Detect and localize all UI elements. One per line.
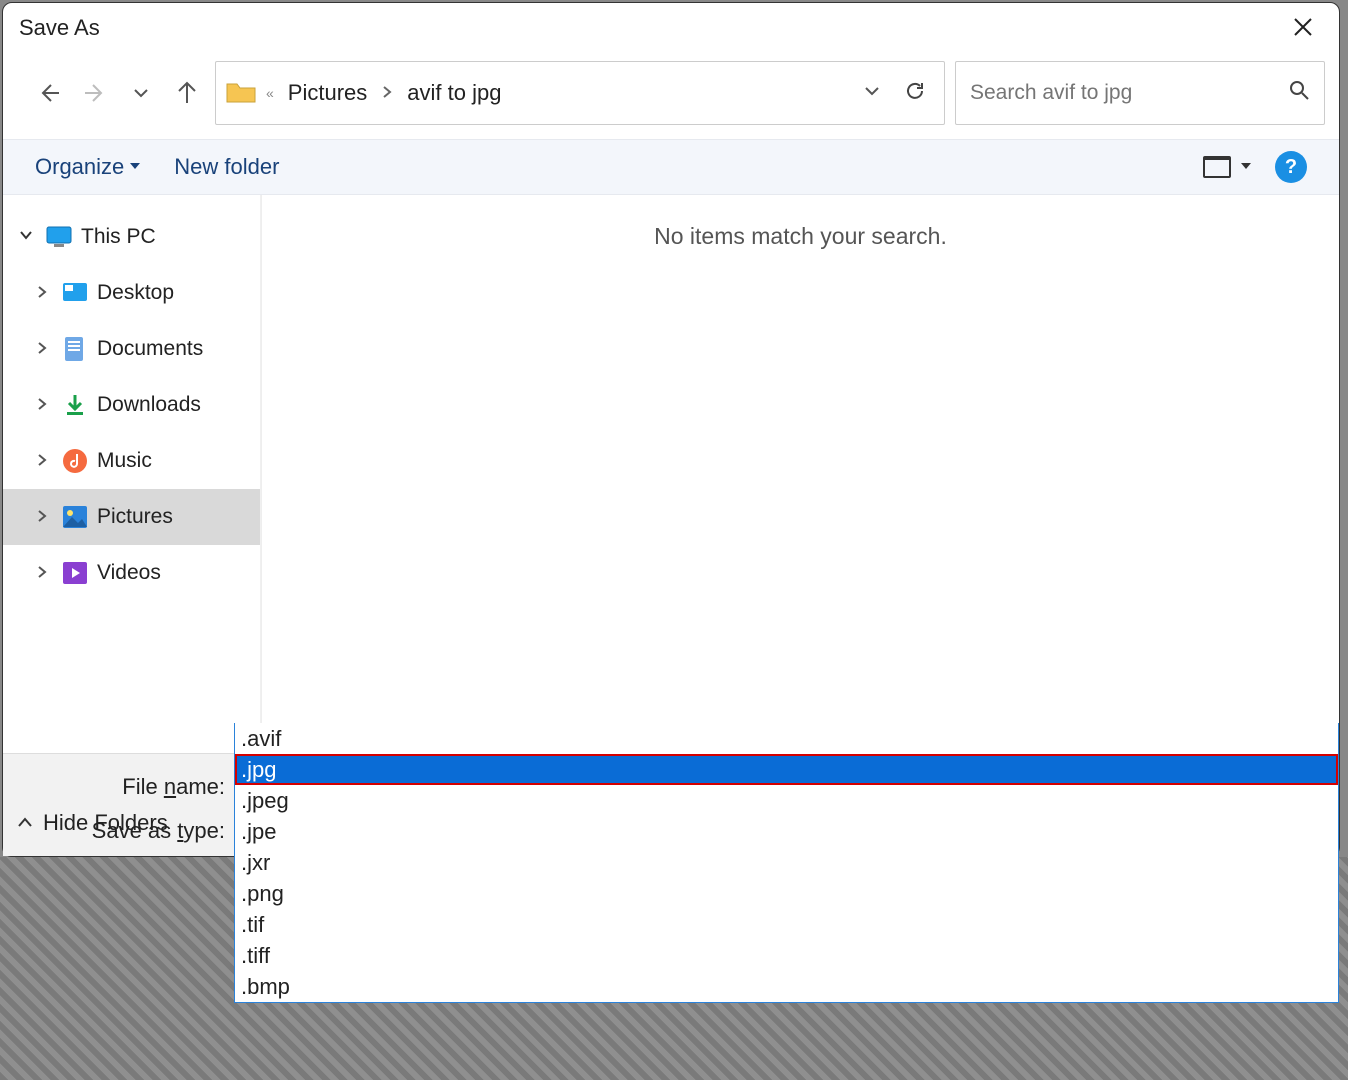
pictures-icon xyxy=(61,503,89,531)
refresh-icon xyxy=(904,80,926,102)
tree-item-desktop[interactable]: Desktop xyxy=(3,265,260,321)
savetype-option[interactable]: .jpe xyxy=(235,816,1338,847)
breadcrumb-parent[interactable]: Pictures xyxy=(284,78,371,108)
download-icon xyxy=(61,391,89,419)
address-bar[interactable]: « Pictures avif to jpg xyxy=(215,61,945,125)
caret-down-icon xyxy=(130,163,140,171)
empty-message: No items match your search. xyxy=(262,223,1339,250)
nav-row: « Pictures avif to jpg xyxy=(3,47,1339,139)
breadcrumb-ellipsis: « xyxy=(264,85,276,101)
savetype-option[interactable]: .bmp xyxy=(235,971,1338,1002)
savetype-option[interactable]: .tiff xyxy=(235,940,1338,971)
chevron-up-icon xyxy=(17,816,33,830)
back-button[interactable] xyxy=(31,75,67,111)
tree-label: Desktop xyxy=(97,281,174,305)
chevron-right-icon xyxy=(379,85,395,102)
help-button[interactable]: ? xyxy=(1275,151,1307,183)
chevron-right-icon[interactable] xyxy=(31,285,53,302)
tree-label: Pictures xyxy=(97,505,173,529)
up-button[interactable] xyxy=(169,75,205,111)
chevron-down-icon xyxy=(133,85,149,101)
folder-icon xyxy=(226,78,256,109)
monitor-icon xyxy=(45,223,73,251)
toolbar: Organize New folder ? xyxy=(3,139,1339,195)
savetype-option[interactable]: .png xyxy=(235,878,1338,909)
tree-label: Videos xyxy=(97,561,161,585)
tree-label: Music xyxy=(97,449,152,473)
save-as-dialog: Save As « Pictures avif to jpg xyxy=(2,2,1340,857)
desktop-icon xyxy=(61,279,89,307)
close-icon xyxy=(1293,17,1313,37)
address-history-button[interactable] xyxy=(856,83,888,104)
filename-label: File name: xyxy=(15,774,229,800)
savetype-option[interactable]: .avif xyxy=(235,723,1338,754)
tree-item-videos[interactable]: Videos xyxy=(3,545,260,601)
organize-button[interactable]: Organize xyxy=(35,154,140,180)
savetype-dropdown[interactable]: .avif.jpg.jpeg.jpe.jxr.png.tif.tiff.bmp xyxy=(234,723,1339,1003)
view-button[interactable] xyxy=(1203,156,1251,178)
caret-down-icon xyxy=(1241,163,1251,171)
savetype-option[interactable]: .jpg xyxy=(235,754,1338,785)
chevron-right-icon[interactable] xyxy=(31,453,53,470)
dialog-title: Save As xyxy=(19,15,100,41)
arrow-up-icon xyxy=(175,81,199,105)
videos-icon xyxy=(61,559,89,587)
chevron-right-icon[interactable] xyxy=(31,341,53,358)
tree-item-music[interactable]: Music xyxy=(3,433,260,489)
chevron-down-icon[interactable] xyxy=(15,228,37,246)
arrow-right-icon xyxy=(83,81,107,105)
new-folder-button[interactable]: New folder xyxy=(174,154,279,180)
forward-button[interactable] xyxy=(77,75,113,111)
help-icon: ? xyxy=(1285,156,1297,179)
tree-root-this-pc[interactable]: This PC xyxy=(3,209,260,265)
search-input[interactable] xyxy=(970,81,1278,105)
recent-locations-button[interactable] xyxy=(123,75,159,111)
music-icon xyxy=(61,447,89,475)
refresh-button[interactable] xyxy=(896,80,934,107)
tree-label: Documents xyxy=(97,337,203,361)
chevron-right-icon[interactable] xyxy=(31,565,53,582)
titlebar: Save As xyxy=(3,3,1339,47)
chevron-down-icon xyxy=(864,83,880,99)
tree-item-downloads[interactable]: Downloads xyxy=(3,377,260,433)
savetype-option[interactable]: .jxr xyxy=(235,847,1338,878)
hide-folders-button[interactable]: Hide Folders xyxy=(17,810,168,836)
breadcrumb-current[interactable]: avif to jpg xyxy=(403,78,505,108)
documents-icon xyxy=(61,335,89,363)
view-icon xyxy=(1203,156,1231,178)
search-icon[interactable] xyxy=(1288,79,1310,107)
tree-item-documents[interactable]: Documents xyxy=(3,321,260,377)
chevron-right-icon[interactable] xyxy=(31,397,53,414)
file-list-area: No items match your search. xyxy=(261,195,1339,753)
savetype-option[interactable]: .jpeg xyxy=(235,785,1338,816)
close-button[interactable] xyxy=(1283,9,1323,48)
search-box[interactable] xyxy=(955,61,1325,125)
tree-item-pictures[interactable]: Pictures xyxy=(3,489,260,545)
savetype-option[interactable]: .tif xyxy=(235,909,1338,940)
nav-tree: This PC Desktop Documents Downloads Mus xyxy=(3,195,261,753)
arrow-left-icon xyxy=(37,81,61,105)
tree-label: Downloads xyxy=(97,393,201,417)
tree-label: This PC xyxy=(81,225,156,249)
chevron-right-icon[interactable] xyxy=(31,509,53,526)
